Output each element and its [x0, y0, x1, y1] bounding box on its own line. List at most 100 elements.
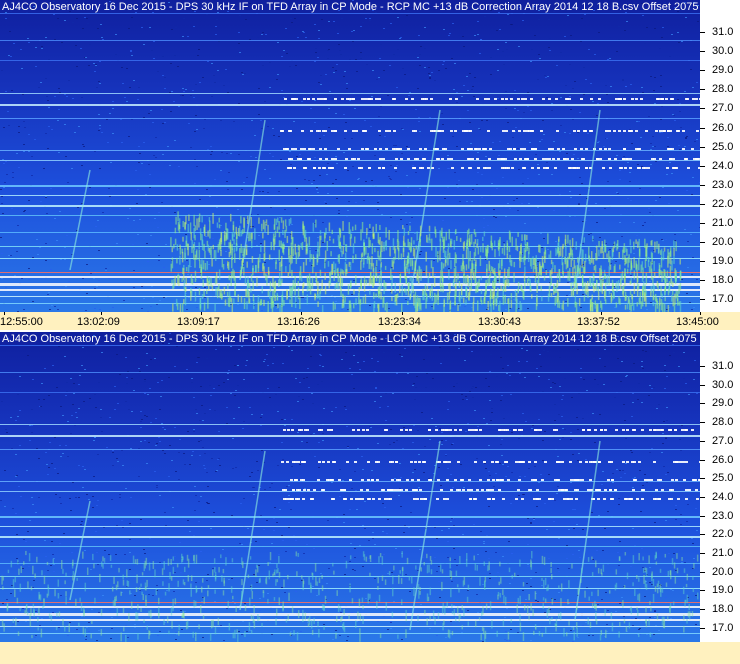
noise-dot: [441, 530, 443, 531]
noise-dot: [548, 558, 550, 559]
noise-dot: [596, 222, 598, 223]
burst-pixel: [459, 237, 462, 242]
noise-dot: [43, 168, 45, 169]
noise-dot: [546, 529, 548, 530]
noise-dot: [105, 270, 107, 271]
noise-dot: [593, 10, 595, 11]
noise-dot: [476, 594, 478, 595]
noise-dot: [206, 472, 208, 473]
noise-dot: [354, 5, 356, 6]
burst-pixel: [616, 281, 618, 293]
noise-dot: [606, 138, 608, 139]
noise-dot: [281, 90, 283, 91]
noise-dot: [311, 183, 313, 184]
rcp-spectrogram[interactable]: AJ4CO Observatory 16 Dec 2015 - DPS 30 k…: [0, 0, 740, 312]
lcp-spectrogram[interactable]: AJ4CO Observatory 16 Dec 2015 - DPS 30 k…: [0, 332, 740, 642]
noise-dot: [550, 387, 552, 388]
burst-pixel: [309, 250, 311, 262]
burst-pixel: [270, 241, 273, 251]
burst-pixel: [363, 239, 365, 248]
noise-dot: [223, 382, 225, 383]
noise-dot: [308, 387, 310, 388]
noise-dot: [507, 365, 509, 366]
burst-pixel: [499, 270, 501, 276]
noise-dot: [282, 540, 284, 541]
noise-dot: [514, 108, 516, 109]
noise-dot: [130, 50, 132, 51]
noise-dot: [16, 534, 18, 535]
noise-dot: [155, 418, 157, 419]
noise-dot: [530, 640, 532, 641]
noise-dot: [119, 497, 121, 498]
noise-dot: [291, 350, 293, 351]
noise-dot: [316, 187, 318, 188]
noise-dot: [202, 77, 204, 78]
noise-dot: [328, 21, 330, 22]
noise-dot: [406, 224, 408, 225]
burst-pixel: [540, 285, 542, 291]
burst-pixel: [467, 247, 470, 259]
noise-dot: [357, 362, 359, 363]
burst-pixel: [666, 278, 668, 283]
noise-dot: [303, 32, 305, 33]
burst-pixel: [465, 264, 468, 271]
noise-dot: [685, 17, 687, 18]
noise-dot: [454, 172, 456, 173]
burst-pixel: [206, 261, 209, 270]
noise-dot: [152, 7, 154, 8]
noise-dot: [360, 52, 362, 53]
burst-pixel: [233, 247, 236, 253]
burst-pixel: [679, 301, 682, 312]
noise-dot: [68, 80, 70, 81]
time-label: 13:23:34: [378, 316, 421, 328]
noise-dot: [95, 531, 97, 532]
noise-dot: [8, 55, 10, 56]
burst-pixel: [504, 279, 507, 292]
burst-pixel: [237, 227, 240, 237]
noise-dot: [369, 18, 371, 19]
noise-dot: [488, 386, 490, 387]
noise-dot: [335, 407, 337, 408]
burst-pixel: [426, 286, 429, 291]
noise-dot: [285, 551, 287, 552]
noise-dot: [82, 144, 84, 145]
noise-dot: [615, 261, 617, 262]
burst-pixel: [568, 268, 571, 278]
rfi-dot: [291, 148, 294, 150]
noise-dot: [535, 154, 537, 155]
rfi-dot: [379, 158, 382, 160]
noise-dot: [288, 495, 290, 496]
burst-pixel: [198, 242, 200, 250]
noise-dot: [226, 407, 228, 408]
noise-dot: [267, 593, 269, 594]
rfi-dot: [474, 429, 477, 431]
noise-dot: [140, 519, 142, 520]
noise-dot: [159, 300, 161, 301]
noise-dot: [570, 630, 572, 631]
noise-dot: [314, 100, 316, 101]
noise-dot: [281, 587, 283, 588]
frequency-label: 27.0: [712, 102, 734, 115]
burst-pixel: [309, 284, 312, 295]
burst-pixel: [324, 250, 327, 261]
burst-pixel: [407, 230, 410, 236]
noise-dot: [597, 142, 599, 143]
noise-dot: [205, 236, 207, 237]
noise-dot: [485, 468, 487, 469]
burst-pixel: [288, 255, 291, 263]
noise-dot: [638, 121, 640, 122]
rfi-dot: [618, 130, 621, 132]
noise-dot: [585, 459, 587, 460]
noise-dot: [233, 418, 235, 419]
noise-dot: [200, 551, 202, 552]
noise-dot: [15, 420, 17, 421]
noise-dot: [680, 514, 682, 515]
noise-dot: [196, 307, 198, 308]
noise-dot: [69, 11, 71, 12]
rfi-dot: [577, 130, 580, 132]
noise-dot: [576, 417, 578, 418]
noise-dot: [47, 474, 49, 475]
rfi-dot: [507, 148, 510, 150]
burst-pixel: [355, 254, 357, 260]
noise-dot: [162, 123, 164, 124]
